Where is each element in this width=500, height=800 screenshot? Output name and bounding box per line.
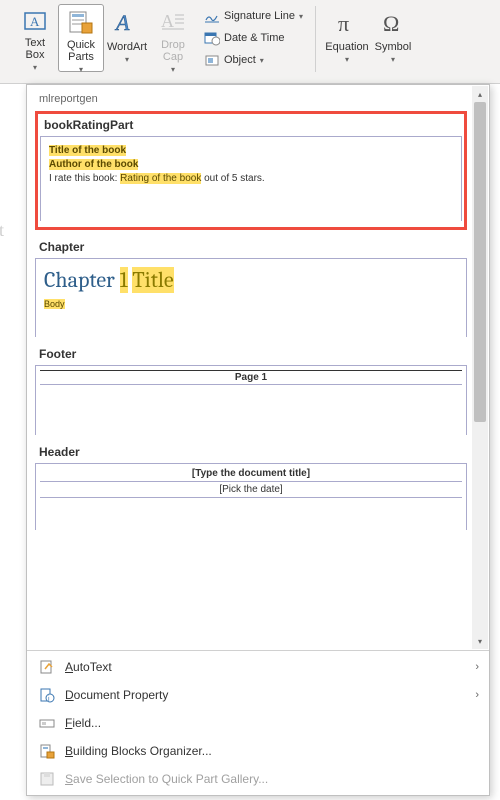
object-label: Object	[224, 54, 256, 66]
menu-label: Save Selection to Quick Part Gallery...	[65, 772, 268, 786]
footer-text: Page 1	[40, 370, 462, 385]
scrollbar-thumb[interactable]	[474, 102, 486, 422]
svg-text:A: A	[30, 14, 40, 29]
menu-building-blocks[interactable]: Building Blocks Organizer...	[27, 737, 489, 765]
scroll-up-arrow[interactable]: ▴	[472, 86, 488, 102]
entry-preview: Title of the book Author of the book I r…	[40, 136, 462, 221]
menu-label: Document Property	[65, 688, 168, 702]
signature-icon	[204, 8, 220, 24]
text-box-button[interactable]: A Text Box ▾	[12, 4, 58, 72]
ribbon: A Text Box ▾ Quick Parts ▾ A WordArt ▾ A…	[0, 0, 500, 84]
save-icon	[37, 771, 57, 787]
scroll-down-arrow[interactable]: ▾	[472, 633, 488, 649]
book-title-placeholder: Title of the book	[49, 145, 126, 156]
field-icon	[37, 715, 57, 731]
gallery-entry-bookrating[interactable]: bookRatingPart Title of the book Author …	[40, 116, 462, 221]
chapter-heading: Chapter 1 Title	[44, 267, 458, 293]
entry-title: Header	[35, 445, 467, 463]
svg-text:Ω: Ω	[383, 11, 399, 36]
object-icon	[204, 52, 220, 68]
menu-autotext[interactable]: AutoText ›	[27, 653, 489, 681]
svg-text:π: π	[338, 11, 349, 36]
text-box-icon: A	[21, 9, 49, 33]
autotext-icon	[37, 659, 57, 675]
signature-line-button[interactable]: Signature Line ▾	[200, 6, 307, 26]
equation-button[interactable]: π Equation ▾	[324, 4, 370, 72]
chevron-right-icon: ›	[475, 689, 479, 701]
quick-parts-gallery: mlreportgen bookRatingPart Title of the …	[26, 84, 490, 796]
drop-cap-icon: A	[159, 9, 187, 35]
wordart-icon: A	[113, 9, 141, 37]
chapter-body-placeholder: Body	[44, 299, 65, 309]
gallery-entry-header[interactable]: Header [Type the document title] [Pick t…	[35, 445, 467, 530]
equation-icon: π	[333, 9, 361, 37]
header-date-placeholder: [Pick the date]	[40, 482, 462, 498]
chevron-down-icon: ▾	[125, 54, 129, 66]
header-title-placeholder: [Type the document title]	[40, 468, 462, 482]
entry-title: Footer	[35, 347, 467, 365]
gallery-scroll-area[interactable]: mlreportgen bookRatingPart Title of the …	[27, 85, 489, 650]
chevron-down-icon: ▾	[260, 56, 264, 65]
text-box-label: Text Box	[15, 37, 55, 61]
menu-label: Field...	[65, 716, 101, 730]
symbol-label: Symbol	[375, 41, 412, 53]
chapter-num-placeholder: 1	[120, 267, 128, 293]
wordart-button[interactable]: A WordArt ▾	[104, 4, 150, 72]
rate-suffix: out of 5 stars.	[201, 173, 264, 184]
chapter-title-placeholder: Title	[132, 267, 173, 293]
date-time-icon	[204, 30, 220, 46]
document-property-icon: i	[37, 687, 57, 703]
book-rating-placeholder: Rating of the book	[120, 173, 201, 184]
document-background-text: ot	[0, 220, 4, 241]
gallery-scrollbar[interactable]: ▴ ▾	[472, 86, 488, 649]
symbols-group: π Equation ▾ Ω Symbol ▾	[318, 4, 422, 81]
text-group: A Text Box ▾ Quick Parts ▾ A WordArt ▾ A…	[6, 4, 313, 81]
object-button[interactable]: Object ▾	[200, 50, 307, 70]
drop-cap-button[interactable]: A Drop Cap ▾	[150, 4, 196, 72]
entry-title: Chapter	[35, 240, 467, 258]
building-blocks-icon	[37, 743, 57, 759]
quick-parts-label: Quick Parts	[61, 39, 101, 63]
date-time-label: Date & Time	[224, 32, 285, 44]
menu-field[interactable]: Field...	[27, 709, 489, 737]
wordart-label: WordArt	[107, 41, 147, 53]
entry-preview: Chapter 1 Title Body	[35, 258, 467, 337]
svg-text:A: A	[114, 10, 130, 35]
book-author-placeholder: Author of the book	[49, 159, 138, 170]
menu-label: AutoText	[65, 660, 112, 674]
entry-preview: Page 1	[35, 365, 467, 435]
gallery-entry-footer[interactable]: Footer Page 1	[35, 347, 467, 435]
entry-title: bookRatingPart	[40, 116, 462, 136]
chevron-down-icon: ▾	[79, 64, 83, 76]
chevron-down-icon: ▾	[33, 62, 37, 74]
quick-parts-icon	[67, 9, 95, 35]
symbol-button[interactable]: Ω Symbol ▾	[370, 4, 416, 72]
signature-line-label: Signature Line	[224, 10, 295, 22]
menu-label: Building Blocks Organizer...	[65, 744, 212, 758]
book-rating-line: I rate this book: Rating of the book out…	[49, 173, 453, 184]
drop-cap-label: Drop Cap	[153, 39, 193, 63]
chevron-right-icon: ›	[475, 661, 479, 673]
gallery-entry-chapter[interactable]: Chapter Chapter 1 Title Body	[35, 240, 467, 337]
ribbon-separator	[315, 6, 316, 72]
chapter-prefix: Chapter	[44, 267, 120, 293]
chevron-down-icon: ▾	[299, 12, 303, 21]
rate-prefix: I rate this book:	[49, 173, 120, 184]
chevron-down-icon: ▾	[345, 54, 349, 66]
gallery-category: mlreportgen	[35, 89, 485, 111]
menu-document-property[interactable]: i Document Property ›	[27, 681, 489, 709]
chevron-down-icon: ▾	[171, 64, 175, 76]
chevron-down-icon: ▾	[391, 54, 395, 66]
insert-stack: Signature Line ▾ Date & Time Object ▾	[200, 4, 307, 70]
gallery-menu: AutoText › i Document Property › Field..…	[27, 650, 489, 795]
date-time-button[interactable]: Date & Time	[200, 28, 307, 48]
menu-save-selection: Save Selection to Quick Part Gallery...	[27, 765, 489, 793]
entry-preview: [Type the document title] [Pick the date…	[35, 463, 467, 530]
equation-label: Equation	[325, 41, 368, 53]
symbol-icon: Ω	[379, 9, 407, 37]
quick-parts-button[interactable]: Quick Parts ▾	[58, 4, 104, 72]
gallery-entry-highlight: bookRatingPart Title of the book Author …	[35, 111, 467, 230]
